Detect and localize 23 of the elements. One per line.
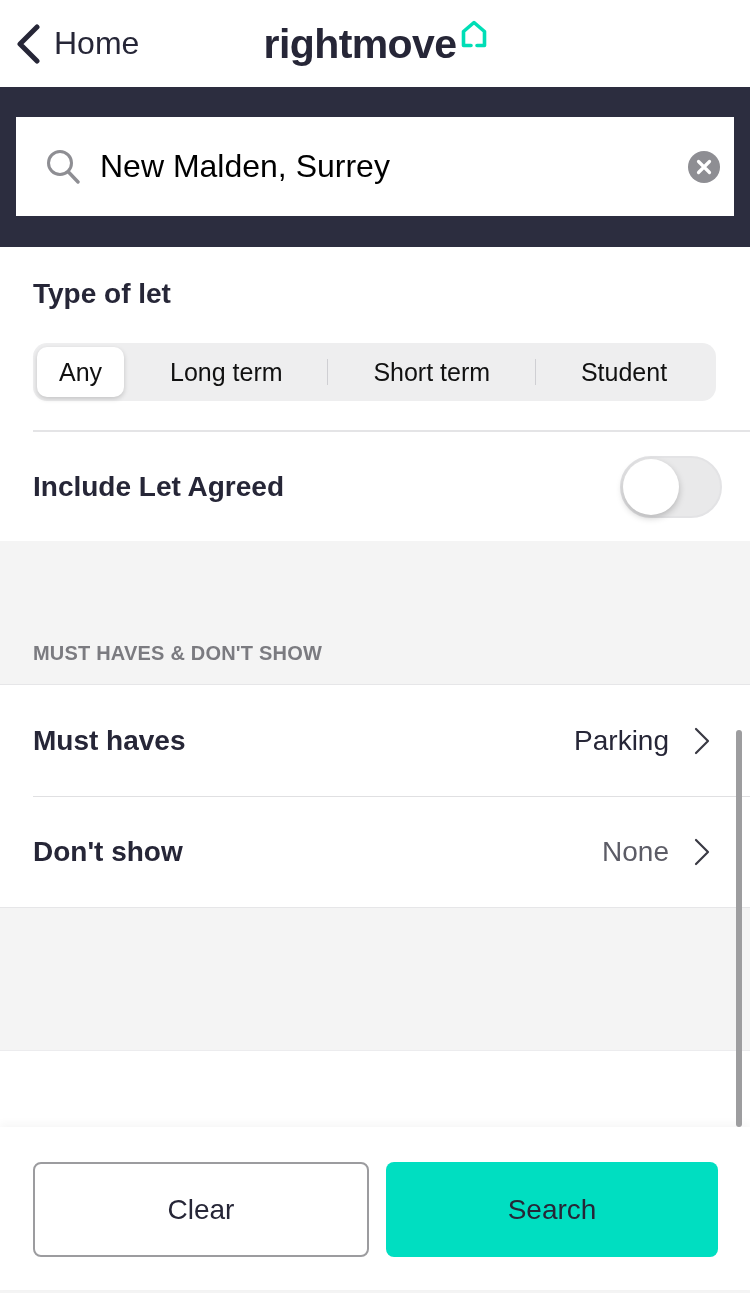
section-title: Type of let bbox=[33, 277, 172, 311]
search-icon bbox=[46, 148, 80, 185]
segment-tab[interactable]: Student bbox=[536, 347, 712, 397]
chevron-left-icon bbox=[16, 23, 40, 64]
toggle-label: Include Let Agreed bbox=[33, 470, 284, 503]
search-button[interactable]: Search bbox=[386, 1162, 718, 1257]
logo-wordmark: rightmove bbox=[263, 19, 457, 69]
chevron-right-icon[interactable] bbox=[694, 838, 710, 866]
segment-tab[interactable]: Any bbox=[37, 347, 125, 397]
row-label: Must haves bbox=[33, 724, 186, 757]
segment-tab[interactable]: Short term bbox=[328, 347, 535, 397]
row-value: None bbox=[602, 836, 669, 868]
house-icon bbox=[460, 19, 489, 48]
segment-tab[interactable]: Long term bbox=[125, 347, 328, 397]
row-value: Parking bbox=[574, 724, 669, 757]
chevron-right-icon[interactable] bbox=[694, 726, 710, 755]
clear-icon[interactable] bbox=[688, 150, 720, 183]
row-label: Don't show bbox=[33, 836, 183, 868]
section-heading: MUST HAVES & DON'T SHOW bbox=[33, 641, 322, 665]
search-field[interactable]: New Malden, Surrey bbox=[16, 117, 734, 216]
clear-button[interactable]: Clear bbox=[33, 1162, 369, 1257]
back-button[interactable]: Home bbox=[16, 19, 140, 68]
toggle-switch[interactable] bbox=[620, 455, 722, 518]
